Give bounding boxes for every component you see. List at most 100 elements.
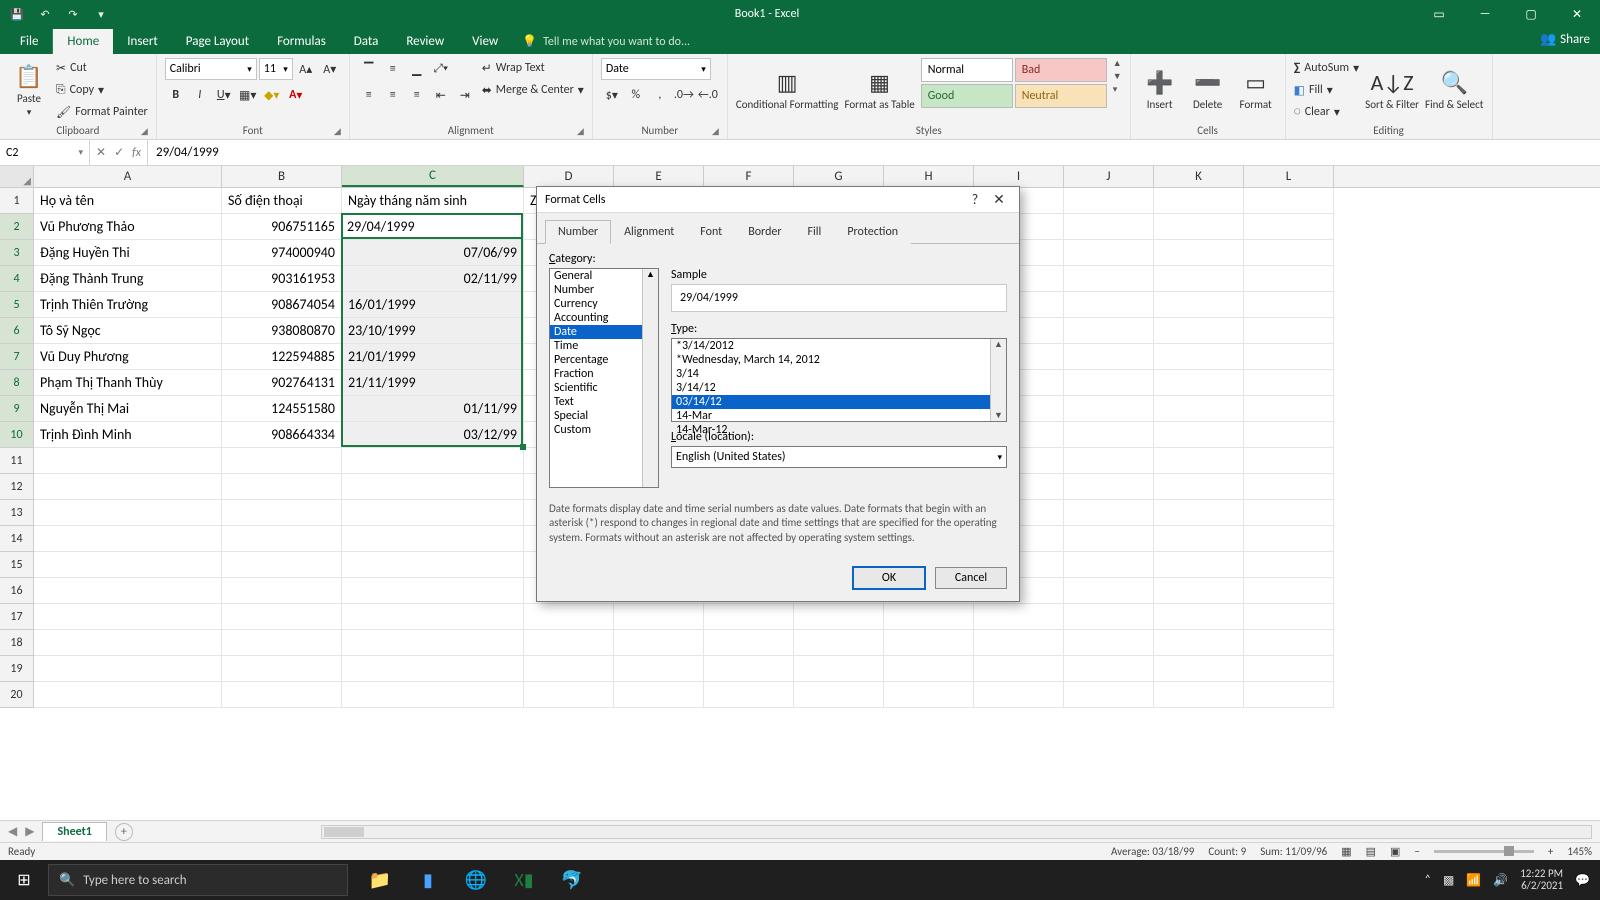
underline-button[interactable]: U▾ bbox=[213, 84, 235, 106]
cell[interactable] bbox=[34, 604, 222, 630]
taskbar-app-excel[interactable]: X▮ bbox=[500, 860, 548, 900]
cell[interactable] bbox=[34, 448, 222, 474]
cell[interactable] bbox=[614, 682, 704, 708]
cell[interactable]: Vũ Duy Phương bbox=[34, 344, 222, 370]
cell[interactable] bbox=[1154, 526, 1244, 552]
cell[interactable] bbox=[222, 552, 342, 578]
cell[interactable] bbox=[342, 552, 524, 578]
type-item[interactable]: 14-Mar bbox=[672, 409, 1006, 423]
row-header[interactable]: 5 bbox=[0, 292, 34, 318]
cell[interactable] bbox=[1154, 292, 1244, 318]
taskbar-app-chrome[interactable]: 🌐 bbox=[452, 860, 500, 900]
cell[interactable] bbox=[1064, 188, 1154, 214]
cell[interactable] bbox=[1244, 656, 1334, 682]
cell[interactable] bbox=[1064, 552, 1154, 578]
cell[interactable] bbox=[524, 604, 614, 630]
dialog-tab[interactable]: Font bbox=[687, 220, 735, 244]
qat-customize-icon[interactable]: ▾ bbox=[90, 3, 112, 25]
cell[interactable]: 902764131 bbox=[222, 370, 342, 396]
cell[interactable]: 07/06/99 bbox=[342, 240, 524, 266]
type-item[interactable]: *3/14/2012 bbox=[672, 339, 1006, 353]
ribbon-options-icon[interactable]: ▭ bbox=[1416, 0, 1462, 28]
tab-formulas[interactable]: Formulas bbox=[263, 29, 340, 54]
cell[interactable] bbox=[1064, 422, 1154, 448]
type-item[interactable]: 03/14/12 bbox=[672, 395, 1006, 409]
cell[interactable] bbox=[1154, 396, 1244, 422]
cell[interactable] bbox=[1064, 474, 1154, 500]
cell[interactable] bbox=[1064, 396, 1154, 422]
cell[interactable] bbox=[34, 526, 222, 552]
cell[interactable] bbox=[1064, 344, 1154, 370]
enter-formula-icon[interactable]: ✓ bbox=[114, 145, 124, 160]
cell[interactable] bbox=[1154, 604, 1244, 630]
row-header[interactable]: 19 bbox=[0, 656, 34, 682]
cell[interactable] bbox=[1244, 344, 1334, 370]
cell[interactable] bbox=[884, 630, 974, 656]
cell[interactable] bbox=[1064, 266, 1154, 292]
cell[interactable]: 122594885 bbox=[222, 344, 342, 370]
cell[interactable] bbox=[974, 656, 1064, 682]
percent-format-icon[interactable]: % bbox=[625, 84, 647, 106]
cell[interactable]: Ngày tháng năm sinh bbox=[342, 188, 524, 214]
comma-format-icon[interactable]: , bbox=[649, 84, 671, 106]
minimize-icon[interactable]: — bbox=[1462, 0, 1508, 28]
close-icon[interactable]: ✕ bbox=[1554, 0, 1600, 28]
cell[interactable] bbox=[1244, 604, 1334, 630]
column-header[interactable]: L bbox=[1244, 166, 1334, 187]
increase-indent-icon[interactable]: ⇥ bbox=[454, 84, 476, 106]
styles-scroll-up-icon[interactable]: ▲ bbox=[1113, 58, 1122, 69]
cut-button[interactable]: ✂Cut bbox=[56, 58, 148, 78]
cell[interactable] bbox=[1244, 474, 1334, 500]
row-header[interactable]: 14 bbox=[0, 526, 34, 552]
paste-button[interactable]: 📋Paste▾ bbox=[8, 58, 50, 122]
type-item[interactable]: *Wednesday, March 14, 2012 bbox=[672, 353, 1006, 367]
select-all-corner[interactable] bbox=[0, 166, 34, 187]
style-bad[interactable]: Bad bbox=[1015, 58, 1107, 82]
border-button[interactable]: ▦▾ bbox=[237, 84, 259, 106]
cell[interactable] bbox=[1244, 266, 1334, 292]
cell[interactable] bbox=[1064, 370, 1154, 396]
cell[interactable] bbox=[34, 578, 222, 604]
cell[interactable] bbox=[1154, 370, 1244, 396]
tray-wifi-icon[interactable]: 📶 bbox=[1466, 873, 1481, 888]
cell[interactable] bbox=[342, 448, 524, 474]
type-item[interactable]: 14-Mar-12 bbox=[672, 423, 1006, 437]
taskbar-app-generic[interactable]: ▮ bbox=[404, 860, 452, 900]
cell[interactable]: 03/12/99 bbox=[342, 422, 524, 448]
cell[interactable] bbox=[884, 656, 974, 682]
merge-center-button[interactable]: ⬌Merge & Center ▾ bbox=[482, 80, 584, 100]
cell[interactable] bbox=[524, 656, 614, 682]
cell[interactable] bbox=[1244, 578, 1334, 604]
dialog-tab[interactable]: Fill bbox=[795, 220, 835, 244]
cell[interactable] bbox=[1154, 318, 1244, 344]
wrap-text-button[interactable]: ↵Wrap Text bbox=[482, 58, 584, 78]
cell[interactable] bbox=[1244, 370, 1334, 396]
type-item[interactable]: 3/14/12 bbox=[672, 381, 1006, 395]
row-header[interactable]: 17 bbox=[0, 604, 34, 630]
view-normal-icon[interactable]: ▦ bbox=[1341, 845, 1351, 858]
orientation-icon[interactable]: ⤢▾ bbox=[430, 58, 452, 80]
cell[interactable]: Trịnh Thiên Trường bbox=[34, 292, 222, 318]
style-normal[interactable]: Normal bbox=[921, 58, 1013, 82]
taskbar-app-other[interactable]: 🐬 bbox=[548, 860, 596, 900]
cell[interactable] bbox=[524, 682, 614, 708]
delete-cells-button[interactable]: ➖Delete bbox=[1187, 58, 1229, 122]
cell[interactable] bbox=[34, 500, 222, 526]
tray-volume-icon[interactable]: 🔊 bbox=[1493, 873, 1508, 888]
zoom-in-icon[interactable]: + bbox=[1548, 845, 1553, 858]
cell[interactable] bbox=[34, 552, 222, 578]
cell[interactable] bbox=[794, 656, 884, 682]
share-button[interactable]: 👥Share bbox=[1540, 32, 1590, 47]
cell[interactable]: Họ và tên bbox=[34, 188, 222, 214]
cell[interactable] bbox=[1244, 318, 1334, 344]
cell[interactable] bbox=[342, 630, 524, 656]
cell[interactable] bbox=[1064, 578, 1154, 604]
align-bottom-icon[interactable]: ▁ bbox=[406, 58, 428, 80]
dialog-tab[interactable]: Border bbox=[735, 220, 794, 244]
cell[interactable]: 02/11/99 bbox=[342, 266, 524, 292]
cell[interactable]: Đặng Huyền Thi bbox=[34, 240, 222, 266]
type-listbox[interactable]: *3/14/2012*Wednesday, March 14, 2012 3/14… bbox=[671, 338, 1007, 422]
cell[interactable]: 21/11/1999 bbox=[342, 370, 524, 396]
cell[interactable] bbox=[1244, 552, 1334, 578]
fill-color-button[interactable]: ◆▾ bbox=[261, 84, 283, 106]
